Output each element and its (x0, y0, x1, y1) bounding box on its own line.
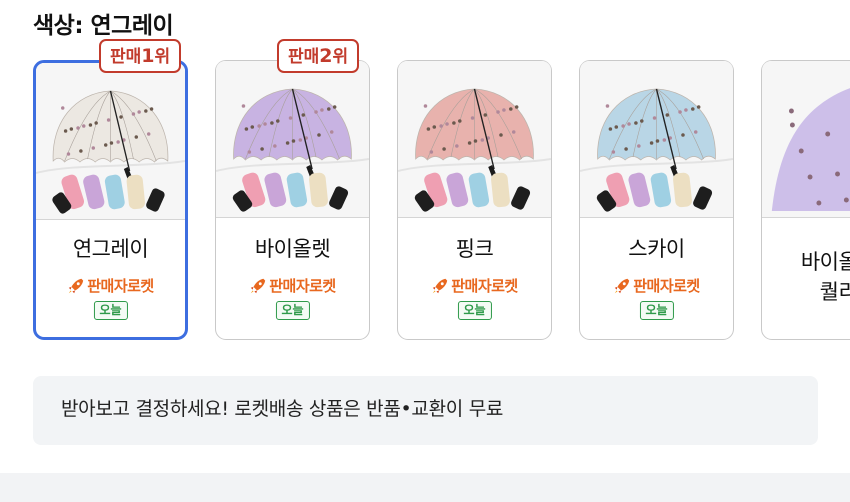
today-delivery-badge: 오늘 (275, 301, 310, 320)
today-delivery-badge: 오늘 (639, 301, 674, 320)
color-option-violet[interactable]: 바이올렛 판매자로켓 오늘 (215, 60, 370, 340)
color-option-pink[interactable]: 핑크 판매자로켓 오늘 (397, 60, 552, 340)
seller-rocket-label: 판매자로켓 (398, 275, 551, 296)
rocket-icon (615, 278, 630, 293)
product-thumbnail (762, 61, 850, 218)
rank-badge-1: 판매1위 (99, 39, 182, 73)
option-name: 바이올렛퀄리 (800, 250, 850, 304)
color-option-violet-quality[interactable]: 바이올렛퀄리 (761, 60, 850, 340)
product-thumbnail (398, 61, 551, 218)
today-delivery-badge: 오늘 (457, 301, 492, 320)
product-thumbnail (36, 63, 185, 220)
option-name: 스카이 (628, 237, 685, 261)
rank-badge-2: 판매2위 (277, 39, 360, 73)
option-name: 핑크 (455, 237, 494, 261)
free-return-notice: 받아보고 결정하세요! 로켓배송 상품은 반품•교환이 무료 (33, 376, 818, 445)
rocket-icon (433, 278, 448, 293)
section-divider (0, 473, 850, 502)
option-name: 바이올렛 (254, 237, 331, 261)
color-options-row: 판매1위 판매2위 연그레이 판매자로켓 오늘 바이올렛 판매자로켓 오늘 핑크… (0, 0, 850, 350)
product-thumbnail (216, 61, 369, 218)
rocket-icon (69, 278, 84, 293)
rocket-icon (251, 278, 266, 293)
color-option-sky[interactable]: 스카이 판매자로켓 오늘 (579, 60, 734, 340)
seller-rocket-label: 판매자로켓 (216, 275, 369, 296)
seller-rocket-label: 판매자로켓 (580, 275, 733, 296)
today-delivery-badge: 오늘 (93, 301, 128, 320)
color-option-light-gray[interactable]: 연그레이 판매자로켓 오늘 (33, 60, 188, 340)
seller-rocket-label: 판매자로켓 (36, 275, 185, 296)
option-name: 연그레이 (72, 237, 149, 261)
product-thumbnail (580, 61, 733, 218)
